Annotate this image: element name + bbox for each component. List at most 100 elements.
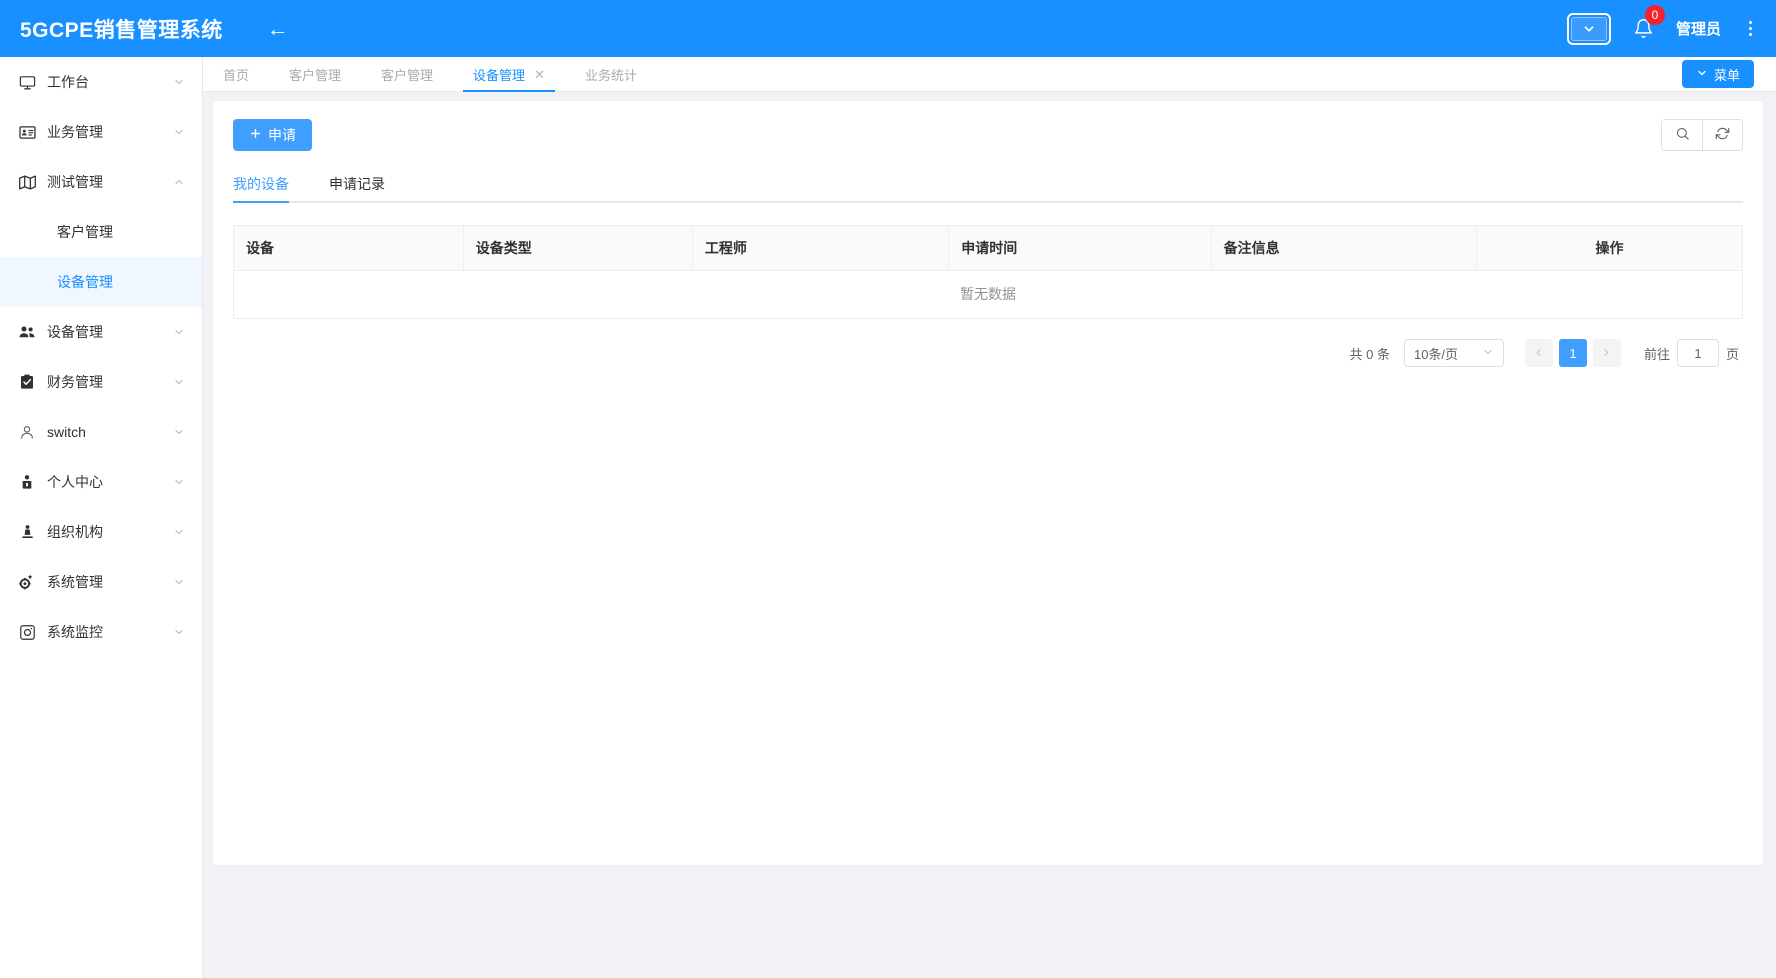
pagination-jump-suffix: 页: [1726, 344, 1739, 363]
search-icon: [1675, 126, 1690, 144]
column-header-device-type[interactable]: 设备类型: [463, 226, 692, 270]
more-vertical-icon[interactable]: [1743, 19, 1758, 38]
gears-icon: [18, 573, 36, 591]
notification-badge: 0: [1645, 5, 1665, 25]
plus-icon: [249, 127, 262, 143]
column-header-remark[interactable]: 备注信息: [1211, 226, 1476, 270]
user-icon: [18, 423, 36, 441]
inner-tabs: 我的设备 申请记录: [233, 167, 1743, 203]
pagination-jump-prefix: 前往: [1644, 344, 1670, 363]
chevron-down-icon: [173, 126, 185, 138]
sidebar-item-device-management[interactable]: 设备管理: [0, 307, 202, 357]
chevron-up-icon: [173, 176, 185, 188]
apply-button[interactable]: 申请: [233, 119, 312, 151]
bell-icon: [1633, 26, 1654, 43]
notifications-button[interactable]: 0: [1633, 14, 1654, 44]
column-header-actions[interactable]: 操作: [1477, 226, 1742, 270]
tab-customer-management-1[interactable]: 客户管理: [269, 57, 361, 92]
sidebar-item-label: 设备管理: [47, 322, 173, 342]
arrow-left-icon[interactable]: ←: [267, 18, 289, 40]
sidebar-item-label: 组织机构: [47, 522, 173, 542]
column-header-engineer[interactable]: 工程师: [692, 226, 948, 270]
search-button[interactable]: [1662, 120, 1702, 150]
tab-business-statistics[interactable]: 业务统计: [565, 57, 657, 92]
org-person-icon: [18, 523, 36, 541]
chevron-down-icon: [173, 76, 185, 88]
content-card: 申请: [213, 101, 1763, 865]
menu-dropdown-button[interactable]: 菜单: [1682, 60, 1754, 88]
tab-label: 客户管理: [381, 65, 433, 84]
sidebar-item-workbench[interactable]: 工作台: [0, 57, 202, 107]
pagination-nav: 1: [1525, 339, 1621, 367]
pagination-total: 共 0 条: [1350, 344, 1390, 363]
inner-tab-label: 申请记录: [329, 176, 385, 192]
sidebar-item-label: 系统监控: [47, 622, 173, 642]
sidebar-item-label: 系统管理: [47, 572, 173, 592]
tab-label: 设备管理: [473, 65, 525, 84]
chevron-down-icon: [173, 326, 185, 338]
chevron-left-icon: [1533, 346, 1544, 361]
clipboard-check-icon: [18, 373, 36, 391]
pagination-jumper: 前往 页: [1644, 339, 1739, 367]
tab-label: 首页: [223, 65, 249, 84]
sidebar-item-switch[interactable]: switch: [0, 407, 202, 457]
sidebar-item-organization[interactable]: 组织机构: [0, 507, 202, 557]
tab-customer-management-2[interactable]: 客户管理: [361, 57, 453, 92]
sidebar-item-finance[interactable]: 财务管理: [0, 357, 202, 407]
close-icon[interactable]: ✕: [534, 68, 545, 81]
dot: [1749, 33, 1752, 36]
table-empty-row: 暂无数据: [234, 270, 1742, 318]
chevron-right-icon: [1601, 346, 1612, 361]
sidebar-item-system-management[interactable]: 系统管理: [0, 557, 202, 607]
app-title: 5GCPE销售管理系统: [20, 14, 223, 44]
main-content: 申请: [203, 92, 1776, 978]
chevron-down-icon: [173, 426, 185, 438]
sidebar-item-label: 工作台: [47, 72, 173, 92]
chevron-down-icon: [1582, 22, 1596, 36]
sidebar-item-label: 个人中心: [47, 472, 173, 492]
sidebar-subitem-label: 客户管理: [57, 222, 113, 242]
dot: [1749, 21, 1752, 24]
refresh-icon: [1715, 126, 1730, 144]
card-toolbar: 申请: [233, 119, 1743, 151]
inner-tab-apply-records[interactable]: 申请记录: [329, 167, 405, 201]
pagination-next-button[interactable]: [1593, 339, 1621, 367]
header-select-button[interactable]: [1571, 17, 1607, 41]
tab-home[interactable]: 首页: [203, 57, 269, 92]
page-size-label: 10条/页: [1414, 344, 1458, 363]
tab-device-management[interactable]: 设备管理 ✕: [453, 57, 565, 92]
header-select-wrapper: [1567, 13, 1611, 45]
table-header: 设备 设备类型 工程师 申请时间 备注信息 操作: [234, 226, 1742, 270]
sidebar: 工作台 业务管理 测试管理 客户管理: [0, 57, 203, 978]
pagination-prev-button[interactable]: [1525, 339, 1553, 367]
table-header-row: 设备 设备类型 工程师 申请时间 备注信息 操作: [234, 226, 1742, 270]
page-size-select[interactable]: 10条/页: [1404, 339, 1504, 367]
menu-dropdown-label: 菜单: [1714, 65, 1740, 84]
inner-tab-my-devices[interactable]: 我的设备: [233, 167, 309, 201]
sidebar-subitem-customer-management[interactable]: 客户管理: [0, 207, 202, 257]
chevron-down-icon: [173, 626, 185, 638]
column-header-device[interactable]: 设备: [234, 226, 463, 270]
pagination: 共 0 条 10条/页 1: [233, 339, 1743, 367]
device-table: 设备 设备类型 工程师 申请时间 备注信息 操作 暂无数据: [234, 226, 1742, 318]
header-actions: 0 管理员: [1567, 13, 1758, 45]
chevron-down-icon: [1482, 346, 1494, 361]
sidebar-item-label: 测试管理: [47, 172, 173, 192]
sidebar-item-test-management[interactable]: 测试管理: [0, 157, 202, 207]
sidebar-item-system-monitor[interactable]: 系统监控: [0, 607, 202, 657]
apply-button-label: 申请: [268, 125, 296, 145]
sidebar-item-label: 业务管理: [47, 122, 173, 142]
user-name[interactable]: 管理员: [1676, 18, 1721, 39]
sidebar-item-personal-center[interactable]: 个人中心: [0, 457, 202, 507]
column-header-apply-time[interactable]: 申请时间: [949, 226, 1211, 270]
refresh-button[interactable]: [1702, 120, 1742, 150]
sidebar-subitem-device-management[interactable]: 设备管理: [0, 257, 202, 307]
users-icon: [18, 323, 36, 341]
toolbar-icon-group: [1661, 119, 1743, 151]
sidebar-item-business[interactable]: 业务管理: [0, 107, 202, 157]
sidebar-subitem-label: 设备管理: [57, 272, 113, 292]
pagination-jump-input[interactable]: [1677, 339, 1719, 367]
chevron-down-icon: [173, 526, 185, 538]
pagination-page-1[interactable]: 1: [1559, 339, 1587, 367]
table-body: 暂无数据: [234, 270, 1742, 318]
